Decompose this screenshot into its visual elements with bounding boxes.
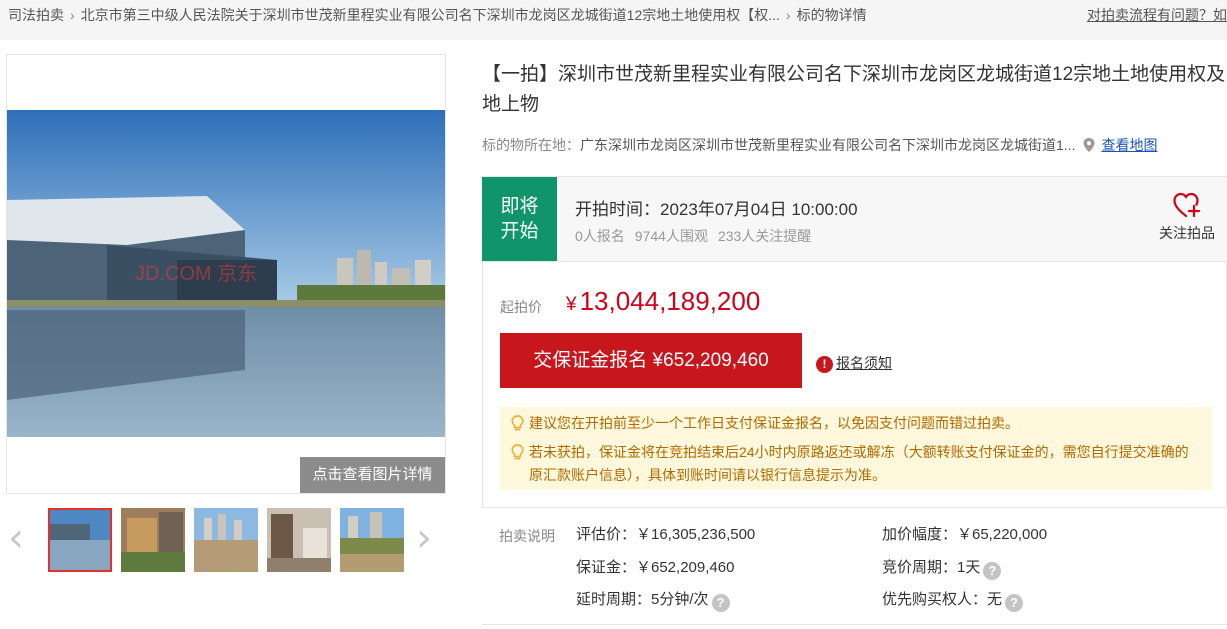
bidding-cycle-row: 竞价周期：1天? (882, 557, 1002, 580)
status-badge-line2: 开始 (500, 221, 539, 242)
extension-period: 延时周期：5分钟/次 (576, 591, 709, 608)
auction-help-link[interactable]: 对拍卖流程有问题？如 (1087, 0, 1227, 30)
thumbnail-2[interactable] (121, 508, 185, 572)
tip-item: 若未获拍，保证金将在竞拍结束后24小时内原路返还或解冻（大额转账支付保证金的，需… (511, 441, 1202, 487)
chevron-left-icon[interactable]: ‹ (8, 518, 24, 558)
breadcrumb-bar: 司法拍卖 › 北京市第三中级人民法院关于深圳市世茂新里程实业有限公司名下深圳市龙岗区… (0, 0, 1227, 40)
currency-symbol: ¥ (566, 294, 577, 315)
thumbnail-1[interactable] (48, 508, 112, 572)
tip-text: 若未获拍，保证金将在竞拍结束后24小时内原路返还或解冻（大额转账支付保证金的，需… (529, 444, 1189, 483)
pay-deposit-signup-button[interactable]: 交保证金报名 ¥652,209,460 (500, 333, 802, 388)
start-price-label: 起拍价 (500, 299, 542, 315)
view-photo-details-button[interactable]: 点击查看图片详情 (300, 457, 445, 493)
lightbulb-icon (511, 444, 524, 460)
location-label: 标的物所在地： (482, 137, 580, 153)
bid-increment: 加价幅度：￥65,220,000 (882, 526, 1048, 543)
follow-label: 关注拍品 (1159, 225, 1215, 241)
status-badge: 即将 开始 (482, 177, 557, 261)
deposit-tips: 建议您在开拍前至少一个工作日支付保证金报名，以免因支付问题而错过拍卖。 若未获拍… (500, 407, 1212, 490)
start-time: 开拍时间：2023年07月04日 10:00:00 (575, 200, 858, 219)
location-address: 广东深圳市龙岗区深圳市世茂新里程实业有限公司名下深圳市龙岗区龙城街道1... (580, 137, 1076, 153)
deposit-amount: 保证金：￥652,209,460 (576, 559, 735, 576)
participation-counts: 0人报名 9744人围观 233人关注提醒 (575, 226, 821, 246)
chevron-right-icon: › (70, 7, 75, 23)
breadcrumb: 司法拍卖 › 北京市第三中级人民法院关于深圳市世茂新里程实业有限公司名下深圳市龙岗区… (8, 0, 867, 30)
breadcrumb-link-court-notice[interactable]: 北京市第三中级人民法院关于深圳市世茂新里程实业有限公司名下深圳市龙岗区龙城街道1… (81, 7, 780, 23)
signup-count: 0人报名 (575, 228, 625, 244)
auction-status-panel: 即将 开始 开拍时间：2023年07月04日 10:00:00 0人报名 9744… (482, 176, 1227, 262)
priority-buyer: 优先购买权人：无 (882, 591, 1003, 608)
tip-item: 建议您在开拍前至少一个工作日支付保证金报名，以免因支付问题而错过拍卖。 (511, 412, 1202, 435)
reminder-count: 233人关注提醒 (717, 228, 812, 244)
watcher-count: 9744人围观 (634, 228, 708, 244)
main-photo[interactable]: JD.COM 京东 (7, 110, 445, 437)
pricing-panel: 起拍价 ¥13,044,189,200 交保证金报名 ¥652,209,460 … (482, 262, 1227, 508)
watermark-text: JD.COM 京东 (135, 262, 257, 285)
help-question-icon[interactable]: ? (983, 562, 1002, 580)
view-map-link[interactable]: 查看地图 (1101, 137, 1157, 153)
appraisal-value: 评估价：￥16,305,236,500 (576, 526, 756, 543)
breadcrumb-link-judicial-auction[interactable]: 司法拍卖 (8, 7, 64, 23)
signup-notice-label: 报名须知 (836, 355, 892, 371)
start-price: ¥13,044,189,200 (566, 286, 760, 317)
thumbnail-3[interactable] (194, 508, 258, 572)
priority-buyer-row: 优先购买权人：无? (882, 589, 1024, 612)
follow-item-button[interactable]: 关注拍品 (1156, 191, 1218, 243)
auction-info-label: 拍卖说明 (499, 528, 555, 544)
heart-plus-icon (1173, 192, 1201, 218)
start-price-value: 13,044,189,200 (579, 286, 761, 316)
chevron-right-icon[interactable]: › (416, 518, 432, 558)
tip-text: 建议您在开拍前至少一个工作日支付保证金报名，以免因支付问题而错过拍卖。 (529, 415, 1019, 431)
breadcrumb-current: 标的物详情 (796, 7, 867, 23)
lightbulb-icon (511, 415, 524, 431)
help-question-icon[interactable]: ? (1005, 594, 1024, 612)
chevron-right-icon: › (785, 7, 791, 23)
map-pin-icon (1083, 138, 1095, 152)
item-location: 标的物所在地：广东深圳市龙岗区深圳市世茂新里程实业有限公司名下深圳市龙岗区龙城街… (482, 135, 1157, 155)
status-badge-line1: 即将 (500, 196, 539, 217)
signup-notice-link[interactable]: ! 报名须知 (816, 353, 892, 373)
divider (482, 624, 1227, 625)
item-title: 【一拍】深圳市世茂新里程实业有限公司名下深圳市龙岗区龙城街道12宗地土地使用权及… (482, 64, 1226, 115)
main-photo-frame[interactable]: JD.COM 京东 点击查看图片详情 (6, 54, 446, 494)
thumbnail-strip: ‹ › (6, 506, 446, 574)
bidding-cycle: 竞价周期：1天 (882, 559, 981, 576)
extension-period-row: 延时周期：5分钟/次? (576, 589, 730, 612)
thumbnail-5[interactable] (340, 508, 404, 572)
thumbnail-4[interactable] (267, 508, 331, 572)
warning-icon: ! (816, 356, 833, 373)
help-question-icon[interactable]: ? (711, 594, 730, 612)
